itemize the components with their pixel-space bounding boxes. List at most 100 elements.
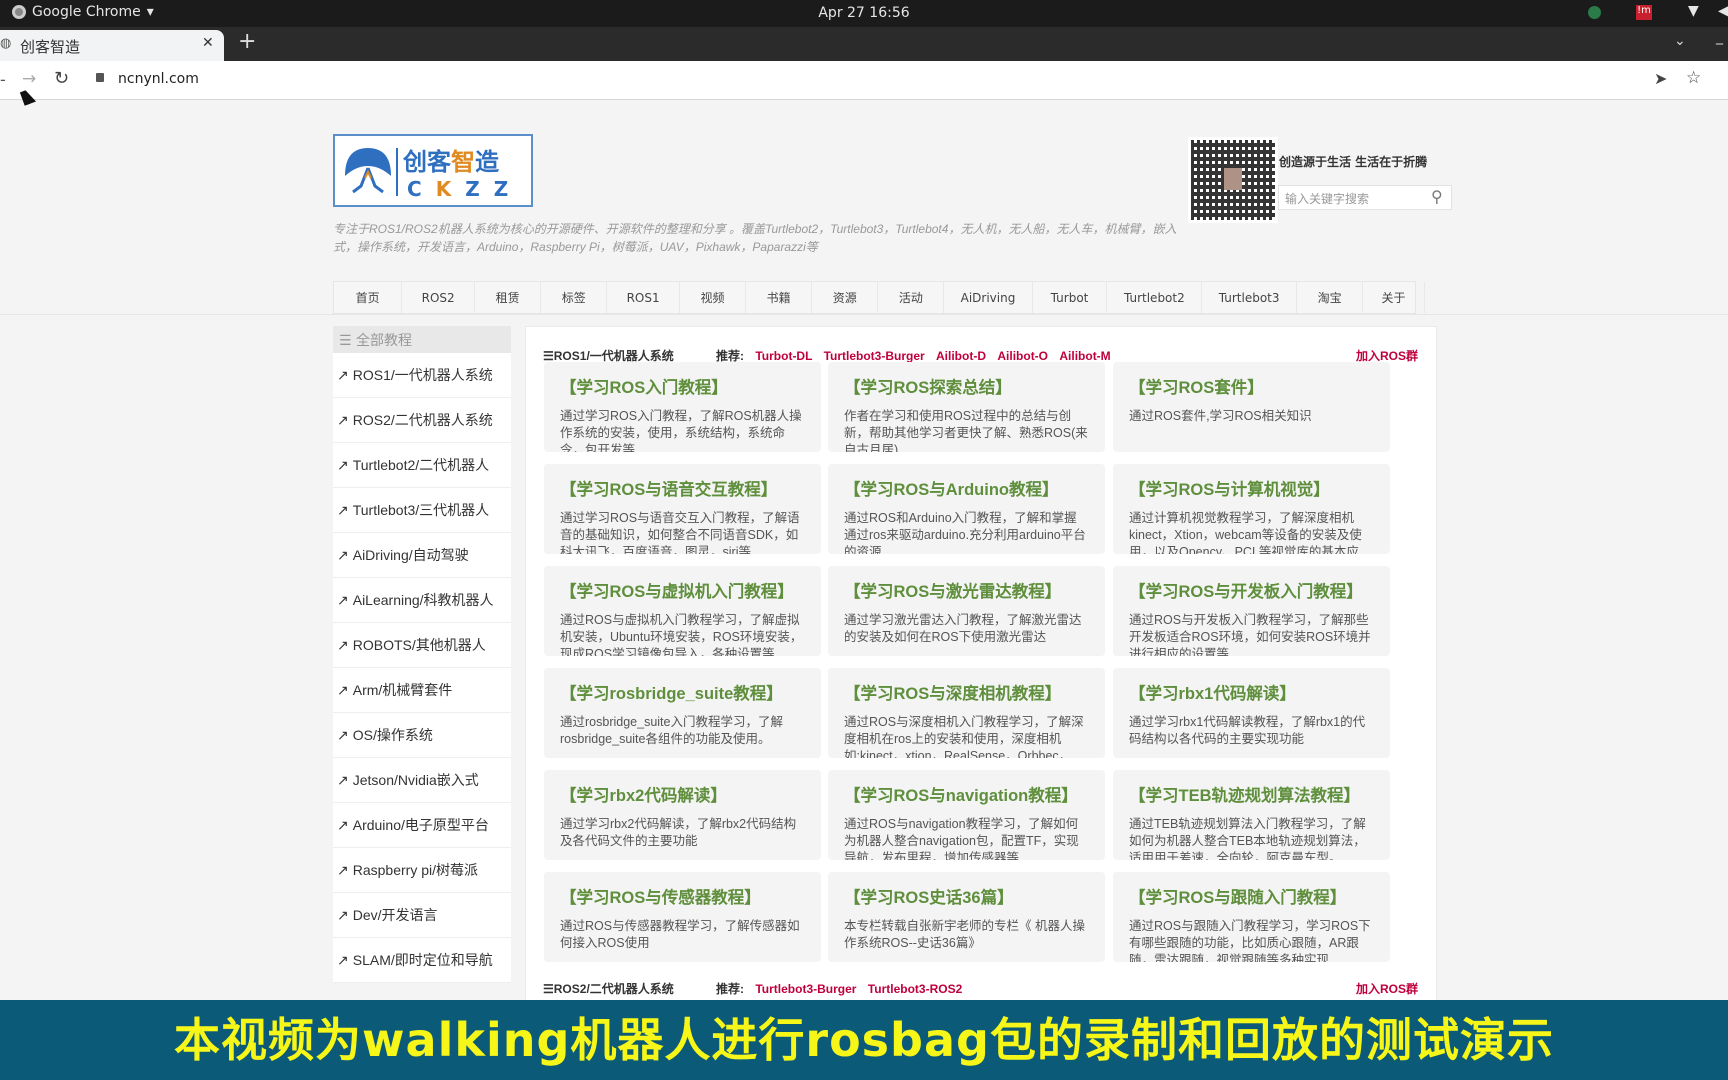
sidebar-item-label: Raspberry pi/树莓派 <box>352 862 478 878</box>
sidebar-item[interactable]: ↗ Turtlebot3/三代机器人 <box>333 488 511 533</box>
tutorial-card[interactable]: 【学习ROS探索总结】 作者在学习和使用ROS过程中的总结与创新，帮助其他学习者更… <box>828 362 1105 452</box>
sidebar-item-label: Arm/机械臂套件 <box>352 682 453 698</box>
browser-tab[interactable]: ◍ 创客智造 ✕ <box>0 30 224 61</box>
card-title[interactable]: 【学习ROS与计算机视觉】 <box>1129 476 1374 500</box>
forward-button[interactable]: → <box>22 69 36 89</box>
back-button[interactable]: - <box>0 70 6 89</box>
card-title[interactable]: 【学习rbx2代码解读】 <box>560 782 805 806</box>
site-logo[interactable]: 创客智造 CKZZ <box>333 134 533 207</box>
card-title[interactable]: 【学习ROS与navigation教程】 <box>844 782 1089 806</box>
sidebar-item[interactable]: ↗ Raspberry pi/树莓派 <box>333 848 511 893</box>
card-title[interactable]: 【学习ROS套件】 <box>1129 374 1374 398</box>
nav-item[interactable]: 视频 <box>680 282 747 313</box>
recommend-link[interactable]: Turtlebot3-Burger <box>824 349 925 363</box>
sidebar-item[interactable]: ↗ AiDriving/自动驾驶 <box>333 533 511 578</box>
card-title[interactable]: 【学习TEB轨迹规划算法教程】 <box>1129 782 1374 806</box>
address-bar[interactable]: ncnynl.com ➤ ☆ <box>86 66 1721 95</box>
sidebar-item[interactable]: ↗ ROS1/一代机器人系统 <box>333 353 511 398</box>
recommend-link[interactable]: Ailibot-D <box>936 349 986 363</box>
card-title[interactable]: 【学习ROS与跟随入门教程】 <box>1129 884 1374 908</box>
tutorial-card[interactable]: 【学习ROS与开发板入门教程】 通过ROS与开发板入门教程学习，了解那些开发板适合… <box>1113 566 1390 656</box>
card-title[interactable]: 【学习rbx1代码解读】 <box>1129 680 1374 704</box>
reload-button[interactable]: ↻ <box>54 68 69 89</box>
sidebar-item[interactable]: ↗ Dev/开发语言 <box>333 893 511 938</box>
nav-item[interactable]: AiDriving <box>944 282 1033 313</box>
close-tab-icon[interactable]: ✕ <box>202 35 214 51</box>
sidebar-item[interactable]: ↗ ROBOTS/其他机器人 <box>333 623 511 668</box>
nav-item[interactable]: Turtlebot2 <box>1107 282 1203 313</box>
nav-item[interactable]: ROS1 <box>607 282 680 313</box>
nav-item[interactable]: 关于 <box>1363 282 1425 313</box>
tutorial-card[interactable]: 【学习ROS套件】 通过ROS套件,学习ROS相关知识 <box>1113 362 1390 452</box>
card-title[interactable]: 【学习ROS与传感器教程】 <box>560 884 805 908</box>
tutorial-card[interactable]: 【学习ROS与深度相机教程】 通过ROS与深度相机入门教程学习，了解深度相机在ro… <box>828 668 1105 758</box>
globe-tray-icon[interactable] <box>1588 6 1601 19</box>
card-title[interactable]: 【学习ROS与虚拟机入门教程】 <box>560 578 805 602</box>
tutorial-card[interactable]: 【学习ROS入门教程】 通过学习ROS入门教程，了解ROS机器人操作系统的安装，使… <box>544 362 821 452</box>
card-title[interactable]: 【学习rosbridge_suite教程】 <box>560 680 805 704</box>
nav-item[interactable]: Turtlebot3 <box>1202 282 1298 313</box>
nav-item[interactable]: 书籍 <box>746 282 813 313</box>
tutorial-card[interactable]: 【学习rbx2代码解读】 通过学习rbx2代码解读，了解rbx2代码结构及各代码文… <box>544 770 821 860</box>
search-input[interactable]: 输入关键字搜索 ⚲ <box>1278 185 1452 210</box>
card-title[interactable]: 【学习ROS史话36篇】 <box>844 884 1089 908</box>
minimize-button[interactable]: _ <box>1716 29 1723 45</box>
card-title[interactable]: 【学习ROS与开发板入门教程】 <box>1129 578 1374 602</box>
tutorial-card[interactable]: 【学习ROS与语音交互教程】 通过学习ROS与语音交互入门教程，了解语音的基础知识… <box>544 464 821 554</box>
tutorial-card[interactable]: 【学习TEB轨迹规划算法教程】 通过TEB轨迹规划算法入门教程学习，了解如何为机器… <box>1113 770 1390 860</box>
sidebar-item[interactable]: ↗ AiLearning/科教机器人 <box>333 578 511 623</box>
sidebar-item-label: AiDriving/自动驾驶 <box>352 547 469 563</box>
nav-item[interactable]: 淘宝 <box>1297 282 1364 313</box>
sidebar-item[interactable]: ↗ SLAM/即时定位和导航 <box>333 938 511 983</box>
tutorial-card[interactable]: 【学习rosbridge_suite教程】 通过rosbridge_suite入门… <box>544 668 821 758</box>
join-ros-group-link[interactable]: 加入ROS群 <box>1356 980 1418 997</box>
nav-item[interactable]: 首页 <box>334 282 403 313</box>
wifi-icon[interactable]: ▼ <box>1688 3 1699 19</box>
sidebar-item[interactable]: ↗ ROS2/二代机器人系统 <box>333 398 511 443</box>
card-title[interactable]: 【学习ROS探索总结】 <box>844 374 1089 398</box>
tutorial-card[interactable]: 【学习ROS与计算机视觉】 通过计算机视觉教程学习，了解深度相机kinect，Xt… <box>1113 464 1390 554</box>
nav-item[interactable]: Turbot <box>1033 282 1108 313</box>
card-description: 本专栏转载自张新宇老师的专栏《 机器人操作系统ROS--史话36篇》 <box>844 919 1085 950</box>
nav-item[interactable]: 标签 <box>541 282 608 313</box>
recommend-link[interactable]: Turtlebot3-Burger <box>755 982 856 996</box>
tray-app-icon[interactable]: !m <box>1636 5 1652 20</box>
volume-icon[interactable]: ◀ <box>1718 3 1728 19</box>
tutorial-card[interactable]: 【学习ROS史话36篇】本专栏转载自张新宇老师的专栏《 机器人操作系统ROS--… <box>828 872 1105 962</box>
card-title[interactable]: 【学习ROS与语音交互教程】 <box>560 476 805 500</box>
recommend-link[interactable]: Ailibot-O <box>997 349 1048 363</box>
card-title[interactable]: 【学习ROS与深度相机教程】 <box>844 680 1089 704</box>
card-title[interactable]: 【学习ROS与激光雷达教程】 <box>844 578 1089 602</box>
tutorial-card[interactable]: 【学习ROS与跟随入门教程】 通过ROS与跟随入门教程学习，学习ROS下有哪些跟随… <box>1113 872 1390 962</box>
tutorial-card[interactable]: 【学习ROS与虚拟机入门教程】 通过ROS与虚拟机入门教程学习，了解虚拟机安装，U… <box>544 566 821 656</box>
bookmark-star-icon[interactable]: ☆ <box>1686 68 1701 88</box>
recommend-link[interactable]: Turbot-DL <box>755 349 812 363</box>
card-title[interactable]: 【学习ROS入门教程】 <box>560 374 805 398</box>
nav-item[interactable]: ROS2 <box>402 282 476 313</box>
nav-item[interactable]: 资源 <box>812 282 879 313</box>
sidebar-item[interactable]: ↗ Arduino/电子原型平台 <box>333 803 511 848</box>
sidebar-header: ☰ 全部教程 <box>333 326 511 353</box>
sidebar-item[interactable]: ↗ OS/操作系统 <box>333 713 511 758</box>
new-tab-button[interactable]: + <box>238 29 256 54</box>
nav-item[interactable]: 租赁 <box>475 282 542 313</box>
nav-item[interactable]: 活动 <box>878 282 945 313</box>
card-title[interactable]: 【学习ROS与Arduino教程】 <box>844 476 1089 500</box>
tutorial-card[interactable]: 【学习ROS与激光雷达教程】 通过学习激光雷达入门教程，了解激光雷达的安装及如何在… <box>828 566 1105 656</box>
external-link-icon: ↗ <box>337 636 349 653</box>
sidebar-item[interactable]: ↗ Arm/机械臂套件 <box>333 668 511 713</box>
sidebar-item[interactable]: ↗ Turtlebot2/二代机器人 <box>333 443 511 488</box>
send-icon[interactable]: ➤ <box>1654 69 1667 88</box>
external-link-icon: ↗ <box>337 951 349 968</box>
tutorial-card[interactable]: 【学习rbx1代码解读】 通过学习rbx1代码解读教程，了解rbx1的代码结构以各… <box>1113 668 1390 758</box>
tutorial-card[interactable]: 【学习ROS与Arduino教程】 通过ROS和Arduino入门教程，了解和掌握… <box>828 464 1105 554</box>
tutorial-card[interactable]: 【学习ROS与navigation教程】 通过ROS与navigation教程学习… <box>828 770 1105 860</box>
search-icon[interactable]: ⚲ <box>1431 187 1443 206</box>
recommend-link[interactable]: Ailibot-M <box>1059 349 1110 363</box>
tutorial-card[interactable]: 【学习ROS与传感器教程】 通过ROS与传感器教程学习，了解传感器如何接入ROS使… <box>544 872 821 962</box>
sidebar-item[interactable]: ↗ Jetson/Nvidia嵌入式 <box>333 758 511 803</box>
recommend-link[interactable]: Turtlebot3-ROS2 <box>868 982 962 996</box>
external-link-icon: ↗ <box>337 861 349 878</box>
header-divider <box>0 314 1728 315</box>
tab-search-chevron-icon[interactable]: ⌄ <box>1674 33 1686 49</box>
